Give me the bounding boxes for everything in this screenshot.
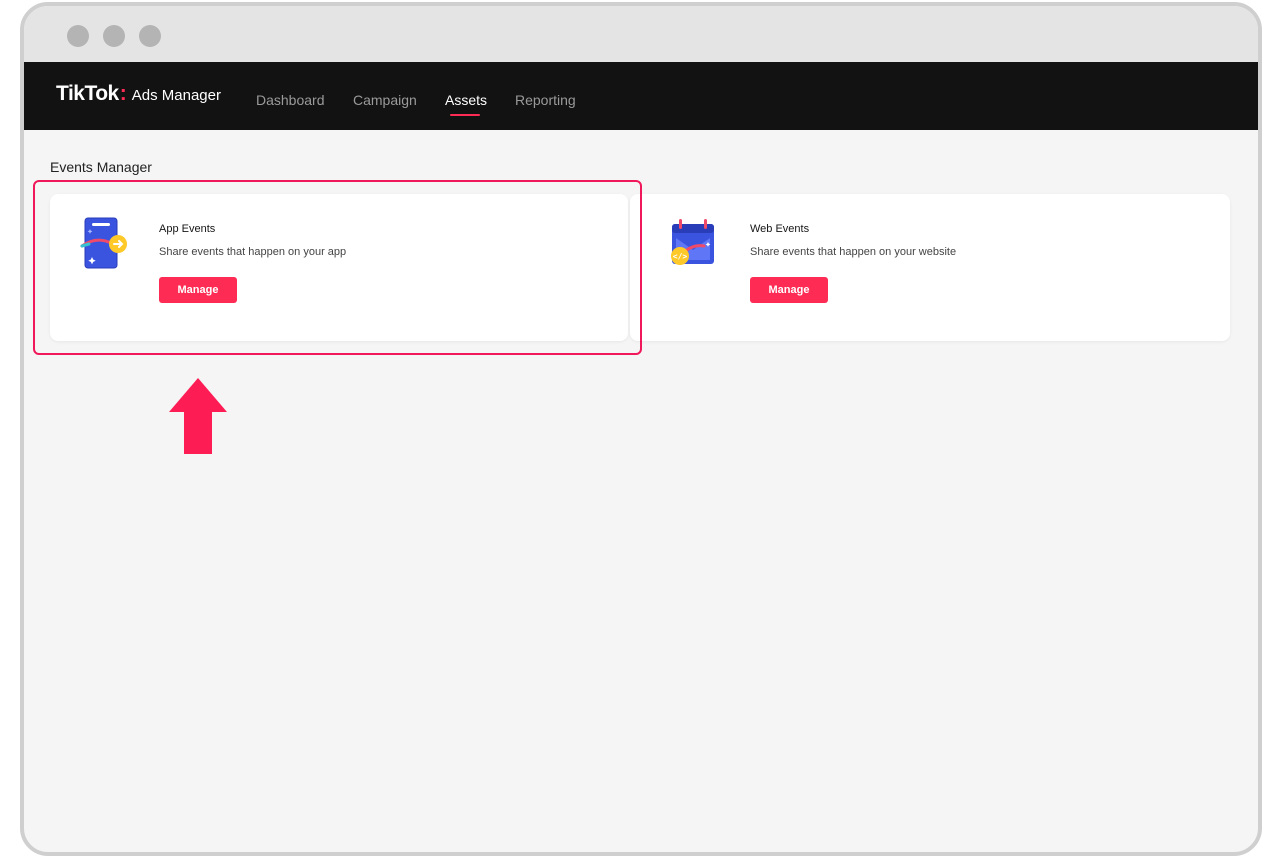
up-arrow-icon xyxy=(169,378,227,454)
highlight-box xyxy=(33,180,642,355)
svg-text:</>: </> xyxy=(673,252,688,261)
web-events-icon: </> xyxy=(671,219,714,265)
window-maximize-dot[interactable] xyxy=(139,25,161,47)
window-minimize-dot[interactable] xyxy=(103,25,125,47)
card-description: Share events that happen on your website xyxy=(750,246,957,258)
window-close-dot[interactable] xyxy=(67,25,89,47)
brand-logo[interactable]: TikTok : Ads Manager xyxy=(56,82,221,106)
web-events-manage-button[interactable]: Manage xyxy=(750,277,828,303)
top-navigation-bar: TikTok : Ads Manager Dashboard Campaign … xyxy=(24,62,1258,130)
nav-item-reporting[interactable]: Reporting xyxy=(515,92,576,108)
brand-colon: : xyxy=(119,82,127,105)
window-titlebar xyxy=(24,6,1258,62)
web-events-card: </> Web Events Share events that happen … xyxy=(630,194,1230,341)
browser-window: TikTok : Ads Manager Dashboard Campaign … xyxy=(20,2,1262,856)
nav-item-assets[interactable]: Assets xyxy=(445,92,487,108)
page-title: Events Manager xyxy=(50,159,152,175)
card-title: Web Events xyxy=(750,223,810,235)
brand-subtitle: Ads Manager xyxy=(131,87,221,104)
nav-item-campaign[interactable]: Campaign xyxy=(353,92,417,108)
active-nav-indicator xyxy=(450,114,480,116)
nav-item-dashboard[interactable]: Dashboard xyxy=(256,92,325,108)
brand-name: TikTok xyxy=(56,82,119,105)
